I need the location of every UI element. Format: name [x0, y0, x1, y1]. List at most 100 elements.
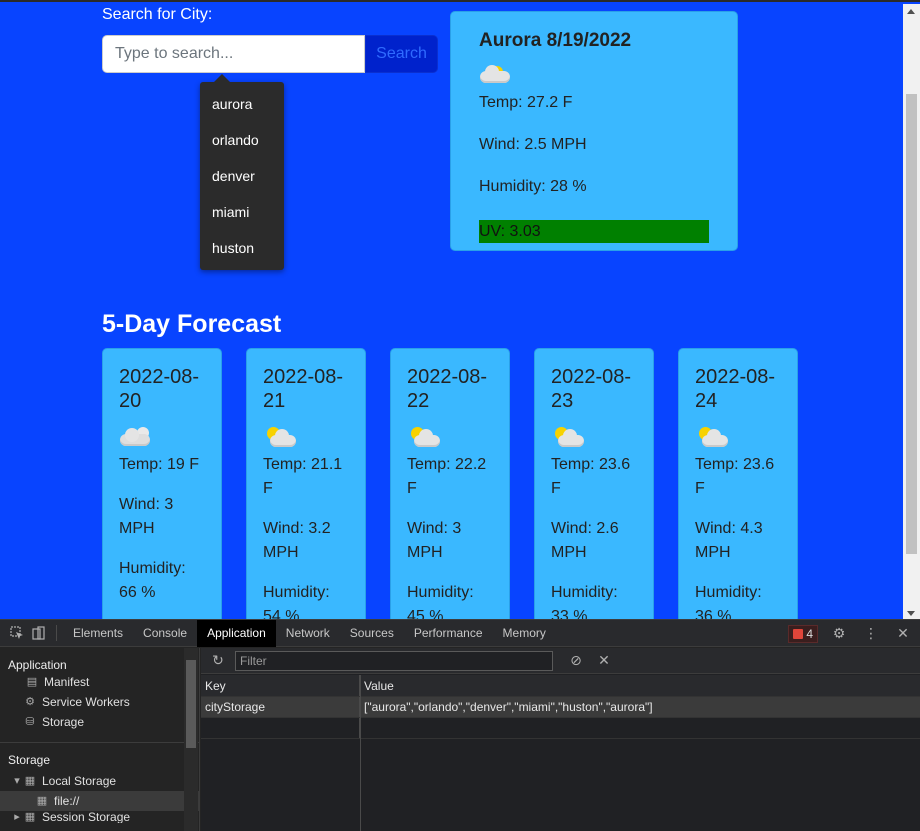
sidebar-item-session-storage[interactable]: ▸ ▦ Session Storage [0, 811, 199, 823]
table-header-row: Key Value [201, 675, 920, 697]
forecast-date: 2022-08-20 [119, 366, 200, 412]
forecast-temp: Temp: 22.2 F [407, 456, 487, 497]
storage-view: ↻ ⊘ ✕ Key Value cityStorage ["aurora","o… [201, 648, 920, 831]
partly-cloudy-icon [263, 427, 296, 449]
tab-network[interactable]: Network [276, 620, 340, 647]
tab-sources[interactable]: Sources [340, 620, 404, 647]
forecast-card: 2022-08-20 Temp: 19 F Wind: 3 MPH Humidi… [102, 348, 222, 619]
search-label: Search for City: [102, 6, 213, 23]
current-wind: Wind: 2.5 MPH [479, 136, 587, 153]
tab-performance[interactable]: Performance [404, 620, 493, 647]
row-key-empty [201, 718, 360, 738]
scroll-up-icon[interactable] [907, 9, 915, 14]
suggestion-item[interactable]: orlando [200, 122, 284, 158]
forecast-temp: Temp: 23.6 F [551, 456, 631, 497]
forecast-wind: Wind: 3 MPH [407, 520, 462, 561]
forecast-title: 5-Day Forecast [102, 310, 282, 338]
forecast-card: 2022-08-22 Temp: 22.2 F Wind: 3 MPH Humi… [390, 348, 510, 619]
collapse-arrow-icon[interactable]: ▸ [12, 811, 22, 823]
column-divider [360, 675, 361, 831]
file-icon: ▤ [26, 676, 38, 688]
search-button[interactable]: Search [365, 35, 438, 73]
error-count: 4 [806, 626, 813, 641]
suggestion-item[interactable]: huston [200, 230, 284, 266]
current-city-title: Aurora 8/19/2022 [479, 30, 632, 51]
more-options-icon[interactable]: ⋮ [860, 623, 882, 645]
forecast-temp: Temp: 19 F [119, 456, 200, 473]
inspect-element-icon[interactable] [6, 622, 28, 644]
cloudy-icon [119, 427, 151, 449]
sidebar-item-label: Storage [42, 715, 85, 729]
settings-gear-icon[interactable]: ⚙ [828, 623, 850, 645]
row-value: ["aurora","orlando","denver","miami","hu… [364, 700, 653, 714]
tab-memory[interactable]: Memory [493, 620, 556, 647]
forecast-card: 2022-08-23 Temp: 23.6 F Wind: 2.6 MPH Hu… [534, 348, 654, 619]
forecast-wind: Wind: 3 MPH [119, 496, 174, 537]
storage-table: Key Value cityStorage ["aurora","orlando… [201, 675, 920, 831]
refresh-icon[interactable]: ↻ [207, 650, 229, 672]
scrollbar-thumb[interactable] [186, 660, 196, 748]
sidebar-item-manifest[interactable]: ▤ Manifest [0, 672, 199, 692]
row-key: cityStorage [201, 697, 360, 717]
scrollbar-thumb[interactable] [906, 94, 917, 554]
grid-icon: ▦ [24, 775, 36, 787]
column-header-value[interactable]: Value [360, 675, 920, 696]
partly-cloudy-icon [479, 64, 511, 86]
sidebar-item-local-file[interactable]: ▦ file:// [0, 791, 199, 811]
sidebar-item-storage[interactable]: ⛁ Storage [0, 712, 199, 732]
sidebar-item-label: Local Storage [42, 774, 117, 788]
suggestion-item[interactable]: aurora [200, 86, 284, 122]
suggestion-item[interactable]: denver [200, 158, 284, 194]
page-scrollbar[interactable] [903, 4, 920, 619]
autocomplete-dropdown: aurora orlando denver miami huston [200, 74, 284, 270]
forecast-temp: Temp: 21.1 F [263, 456, 343, 497]
delete-selected-icon[interactable]: ✕ [593, 650, 615, 672]
tab-console[interactable]: Console [133, 620, 197, 647]
close-icon[interactable]: ✕ [892, 623, 914, 645]
devtools-panel: Elements Console Application Network Sou… [0, 619, 920, 831]
devtools-toolbar: Elements Console Application Network Sou… [0, 619, 920, 647]
current-weather-card: Aurora 8/19/2022 Temp: 27.2 F Wind: 2.5 … [450, 11, 738, 251]
sidebar-item-local-storage[interactable]: ▾ ▦ Local Storage [0, 771, 199, 791]
database-icon: ⛁ [25, 716, 35, 728]
toolbar-divider [56, 625, 57, 641]
sidebar-item-label: Session Storage [42, 811, 131, 823]
scroll-down-icon[interactable] [907, 611, 915, 616]
forecast-wind: Wind: 3.2 MPH [263, 520, 331, 561]
sidebar-heading-storage: Storage [8, 753, 51, 767]
error-count-badge[interactable]: 4 [788, 624, 818, 643]
column-header-key[interactable]: Key [201, 675, 360, 696]
forecast-humidity: Humidity: 45 % [407, 584, 474, 619]
table-row[interactable]: cityStorage ["aurora","orlando","denver"… [201, 697, 920, 718]
forecast-humidity: Humidity: 66 % [119, 560, 186, 601]
sidebar-item-label: Service Workers [42, 695, 130, 709]
partly-cloudy-icon [407, 427, 440, 449]
forecast-date: 2022-08-22 [407, 366, 488, 412]
forecast-card: 2022-08-24 Temp: 23.6 F Wind: 4.3 MPH Hu… [678, 348, 798, 619]
expand-arrow-icon[interactable]: ▾ [12, 771, 22, 791]
error-icon [793, 628, 804, 639]
uv-index-badge: UV: 3.03 [479, 220, 709, 243]
current-temp: Temp: 27.2 F [479, 94, 573, 111]
forecast-temp: Temp: 23.6 F [695, 456, 775, 497]
sidebar-item-label: Manifest [44, 675, 90, 689]
filter-input[interactable] [235, 650, 553, 671]
clear-all-icon[interactable]: ⊘ [565, 650, 587, 672]
sidebar-item-service-workers[interactable]: ⚙ Service Workers [0, 692, 199, 712]
grid-icon: ▦ [36, 795, 48, 807]
forecast-date: 2022-08-24 [695, 366, 776, 412]
forecast-humidity: Humidity: 36 % [695, 584, 762, 619]
search-group: Search [102, 35, 438, 73]
sidebar-heading-application: Application [8, 658, 67, 672]
tab-application[interactable]: Application [197, 619, 276, 647]
suggestion-item[interactable]: miami [200, 194, 284, 230]
sidebar-scrollbar[interactable] [184, 648, 198, 831]
search-input[interactable] [102, 35, 365, 73]
partly-cloudy-icon [551, 427, 584, 449]
forecast-humidity: Humidity: 54 % [263, 584, 330, 619]
partly-cloudy-icon [695, 427, 728, 449]
device-toolbar-icon[interactable] [28, 622, 50, 644]
table-row-empty[interactable] [201, 718, 920, 739]
tab-elements[interactable]: Elements [63, 620, 133, 647]
devtools-body: Application ▤ Manifest ⚙ Service Workers… [0, 648, 920, 831]
